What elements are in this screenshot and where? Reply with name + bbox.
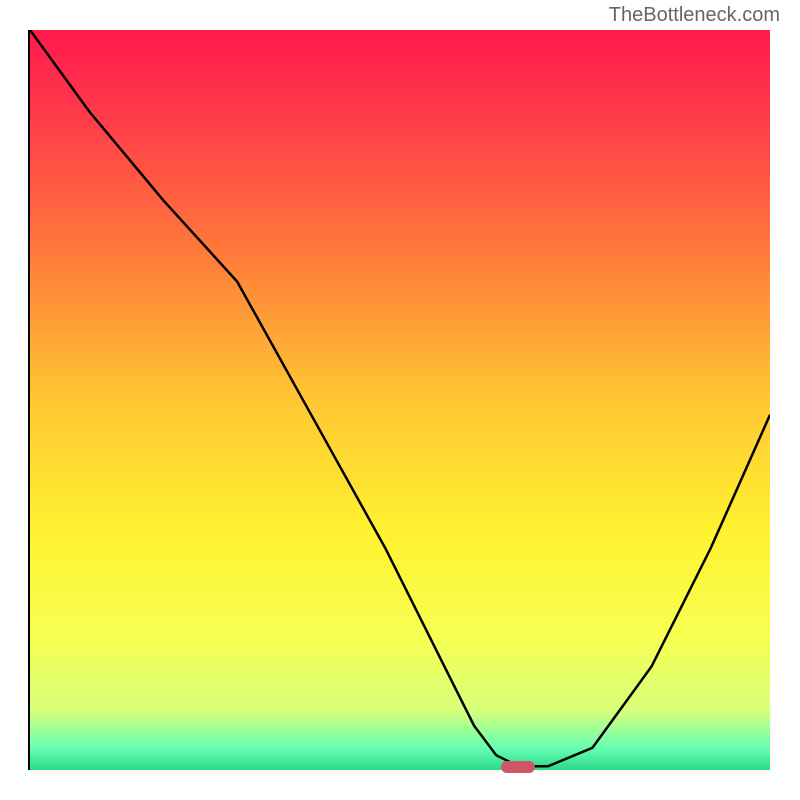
optimal-marker bbox=[501, 761, 535, 773]
bottleneck-curve bbox=[30, 30, 770, 770]
chart-area bbox=[30, 30, 770, 770]
watermark-text: TheBottleneck.com bbox=[609, 4, 780, 27]
